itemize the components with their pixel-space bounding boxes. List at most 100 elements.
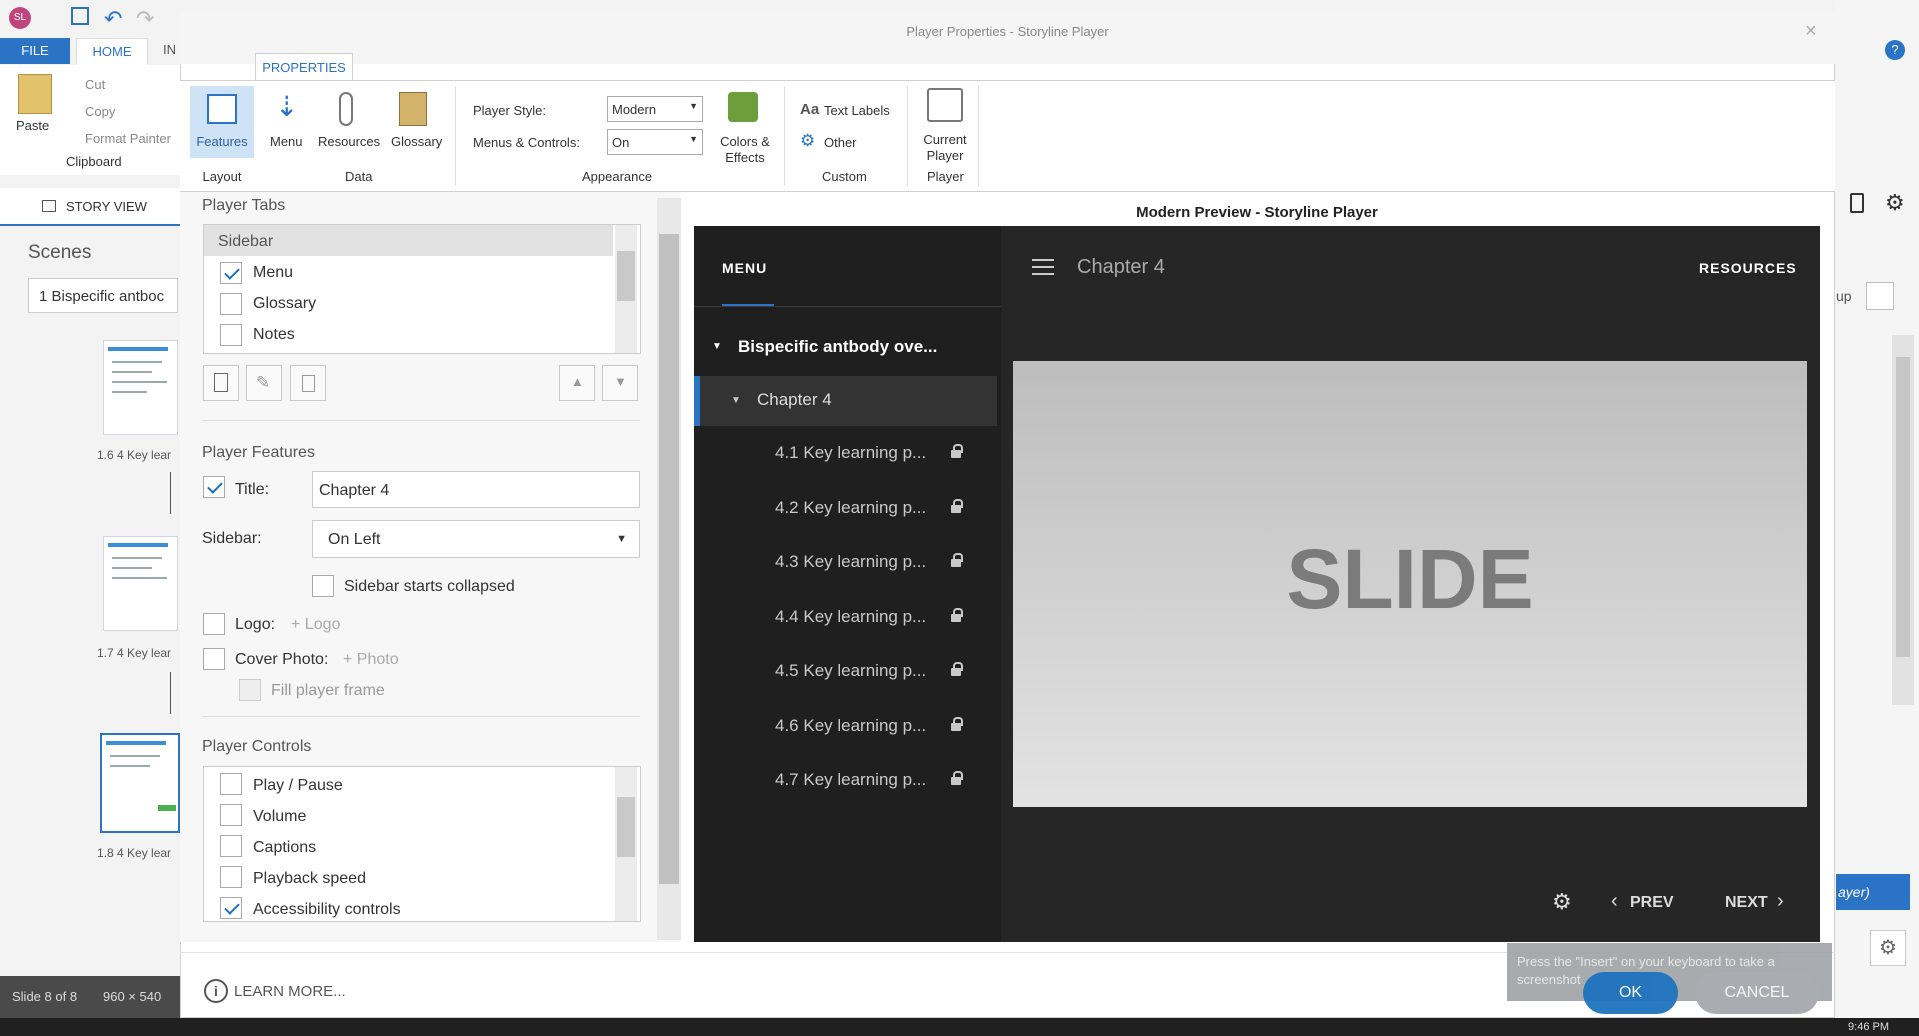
menu-item-4-5[interactable]: 4.5 Key learning p... <box>775 661 926 681</box>
right-scrollbar[interactable] <box>1892 335 1914 705</box>
edit-icon: ✎ <box>256 373 271 392</box>
menu-item-4-7[interactable]: 4.7 Key learning p... <box>775 770 926 790</box>
new-tab-button[interactable] <box>203 365 239 401</box>
edit-tab-button[interactable]: ✎ <box>246 365 282 401</box>
menu-item-4-1[interactable]: 4.1 Key learning p... <box>775 443 926 463</box>
format-painter-button[interactable]: Format Painter <box>85 131 171 146</box>
avatar[interactable]: SL <box>9 7 31 29</box>
glossary-icon[interactable] <box>399 92 427 126</box>
clipboard-group-label: Clipboard <box>66 154 122 169</box>
slide-thumbnail-2[interactable] <box>103 536 178 631</box>
title-checkbox[interactable] <box>203 476 225 498</box>
resources-tab[interactable]: RESOURCES <box>1699 260 1797 276</box>
learn-more-link[interactable]: LEARN MORE... <box>234 983 346 1000</box>
close-icon[interactable]: × <box>1805 20 1817 43</box>
sidebar-select[interactable]: On Left ▼ <box>312 520 640 558</box>
lock-icon <box>951 608 963 622</box>
story-view-icon <box>42 200 56 212</box>
notes-tab-checkbox[interactable] <box>220 324 242 346</box>
accessibility-checkbox[interactable] <box>220 897 242 919</box>
ok-button[interactable]: OK <box>1583 972 1678 1014</box>
next-button[interactable]: NEXT <box>1725 894 1768 912</box>
resources-button[interactable]: Resources <box>318 134 380 149</box>
add-photo-link[interactable]: + Photo <box>343 651 399 669</box>
lock-icon <box>951 444 963 458</box>
variables-icon[interactable] <box>1866 282 1894 310</box>
player-settings-gear-icon[interactable]: ⚙ <box>1552 889 1572 915</box>
delete-tab-button[interactable] <box>290 365 326 401</box>
move-up-button[interactable]: ▲ <box>559 365 595 401</box>
tab-properties[interactable]: PROPERTIES <box>255 53 353 81</box>
scenes-label: Scenes <box>28 242 92 263</box>
notes-tab-label: Notes <box>253 326 295 343</box>
chevron-right-icon: › <box>1777 890 1784 912</box>
slide-thumbnail-1[interactable] <box>103 340 178 435</box>
play-pause-checkbox[interactable] <box>220 773 242 795</box>
right-settings-icon[interactable]: ⚙ <box>1870 930 1906 966</box>
menu-icon[interactable]: ⇣ <box>275 90 298 123</box>
volume-checkbox[interactable] <box>220 804 242 826</box>
player-controls-scrollbar[interactable] <box>615 767 637 921</box>
prev-button[interactable]: PREV <box>1630 894 1674 912</box>
tab-home[interactable]: HOME <box>76 38 148 65</box>
menu-tab-preview[interactable]: MENU <box>722 260 767 276</box>
menu-button[interactable]: Menu <box>270 134 303 149</box>
chevron-down-icon: ▼ <box>616 533 627 545</box>
menu-item-4-4[interactable]: 4.4 Key learning p... <box>775 607 926 627</box>
title-input[interactable]: Chapter 4 <box>312 471 640 508</box>
paste-label[interactable]: Paste <box>16 118 49 133</box>
gear-icon[interactable]: ⚙ <box>1885 190 1905 216</box>
right-up-label: up <box>1836 288 1852 304</box>
redo-icon[interactable]: ↷ <box>136 6 154 32</box>
logo-checkbox[interactable] <box>203 613 225 635</box>
paste-icon[interactable] <box>18 74 52 114</box>
course-title[interactable]: Bispecific antbody ove... <box>738 337 937 357</box>
menu-item-4-2[interactable]: 4.2 Key learning p... <box>775 498 926 518</box>
colors-effects-icon[interactable] <box>728 92 758 122</box>
current-player-icon[interactable] <box>927 88 963 122</box>
story-view-tab[interactable]: STORY VIEW <box>0 188 180 226</box>
undo-icon[interactable]: ↶ <box>104 6 122 32</box>
menus-controls-select[interactable]: On ▼ <box>607 129 703 155</box>
save-icon[interactable] <box>71 7 89 25</box>
settings-scrollbar[interactable] <box>657 198 681 940</box>
preview-player-button[interactable]: ayer) <box>1836 874 1910 910</box>
menu-item-4-3[interactable]: 4.3 Key learning p... <box>775 552 926 572</box>
captions-checkbox[interactable] <box>220 835 242 857</box>
text-labels-button[interactable]: Text Labels <box>824 103 890 118</box>
menu-tab-checkbox[interactable] <box>220 262 242 284</box>
menu-item-4-6[interactable]: 4.6 Key learning p... <box>775 716 926 736</box>
scene-select[interactable]: 1 Bispecific antboc <box>28 278 178 313</box>
ribbon-divider-3 <box>907 86 908 186</box>
device-icon[interactable] <box>1850 193 1864 213</box>
cover-photo-label: Cover Photo: <box>235 651 329 668</box>
help-icon[interactable]: ? <box>1885 40 1905 60</box>
dialog-titlebar: Player Properties - Storyline Player × <box>180 12 1835 64</box>
status-bar: Slide 8 of 8 960 × 540 <box>0 976 180 1018</box>
move-down-button[interactable]: ▼ <box>602 365 638 401</box>
slide-label-1: 1.6 4 Key lear <box>97 448 172 462</box>
current-player-button[interactable]: Current Player <box>915 132 975 164</box>
sidebar-collapsed-checkbox[interactable] <box>312 575 334 597</box>
add-logo-link[interactable]: + Logo <box>291 616 340 634</box>
features-button[interactable]: Features <box>190 86 254 158</box>
colors-effects-button[interactable]: Colors & Effects <box>716 134 774 166</box>
cut-button[interactable]: Cut <box>85 77 105 92</box>
glossary-tab-checkbox[interactable] <box>220 293 242 315</box>
glossary-button[interactable]: Glossary <box>391 134 442 149</box>
player-tabs-scrollbar[interactable] <box>615 225 637 353</box>
playback-speed-checkbox[interactable] <box>220 866 242 888</box>
slide-thumbnail-3-selected[interactable] <box>100 733 180 833</box>
hamburger-icon[interactable] <box>1032 259 1054 275</box>
cover-photo-checkbox[interactable] <box>203 648 225 670</box>
copy-button[interactable]: Copy <box>85 104 115 119</box>
player-style-select[interactable]: Modern ▼ <box>607 96 703 122</box>
tab-insert[interactable]: IN <box>163 42 176 57</box>
resources-icon[interactable] <box>339 92 353 126</box>
fill-frame-checkbox[interactable] <box>239 679 261 701</box>
other-button[interactable]: Other <box>824 135 857 150</box>
features-icon <box>207 94 237 124</box>
player-group-label: Player <box>927 169 964 184</box>
tab-file[interactable]: FILE <box>0 38 70 64</box>
cancel-button[interactable]: CANCEL <box>1695 972 1819 1014</box>
